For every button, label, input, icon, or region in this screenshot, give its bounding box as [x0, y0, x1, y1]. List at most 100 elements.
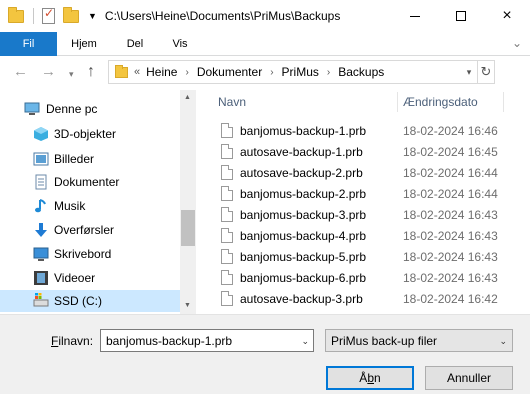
- cancel-button[interactable]: Annuller: [425, 366, 513, 390]
- tab-home[interactable]: Hjem: [60, 32, 108, 55]
- file-row[interactable]: banjomus-backup-4.prb 18-02-2024 16:43: [216, 225, 530, 246]
- file-icon: [221, 249, 233, 264]
- filename-combobox[interactable]: banjomus-backup-1.prb ⌄: [100, 329, 314, 352]
- column-divider[interactable]: [397, 92, 398, 112]
- forward-arrow-icon[interactable]: →: [41, 64, 56, 80]
- file-name: banjomus-backup-3.prb: [240, 207, 367, 222]
- close-button[interactable]: ×: [484, 0, 530, 32]
- up-arrow-icon[interactable]: ↑: [87, 64, 95, 80]
- column-divider[interactable]: [503, 92, 504, 112]
- properties-icon[interactable]: [42, 6, 55, 24]
- file-row[interactable]: banjomus-backup-3.prb 18-02-2024 16:43: [216, 204, 530, 225]
- file-icon: [221, 123, 233, 138]
- filetype-select[interactable]: PriMus back-up filer ⌄: [325, 329, 513, 352]
- file-name: banjomus-backup-5.prb: [240, 249, 367, 264]
- breadcrumb-separator-icon[interactable]: ›: [327, 67, 330, 78]
- nav-item-label: Denne pc: [46, 102, 98, 116]
- file-name: banjomus-backup-4.prb: [240, 228, 367, 243]
- nav-item-videos[interactable]: Videoer: [0, 267, 181, 289]
- address-history-chevron-icon[interactable]: ▾: [461, 61, 477, 83]
- new-folder-icon[interactable]: [63, 6, 79, 23]
- open-label-post: n: [374, 371, 381, 385]
- nav-item-3d-objects[interactable]: 3D-objekter: [0, 123, 181, 145]
- file-icon: [221, 207, 233, 222]
- file-date: 18-02-2024 16:43: [403, 270, 498, 285]
- address-bar[interactable]: « Heine › Dokumenter › PriMus › Backups …: [108, 60, 495, 84]
- nav-item-downloads[interactable]: Overførsler: [0, 219, 181, 241]
- file-date: 18-02-2024 16:45: [403, 144, 498, 159]
- nav-item-label: Dokumenter: [54, 175, 120, 189]
- chevron-down-icon[interactable]: ⌄: [301, 336, 309, 347]
- quick-access-toolbar: ▼: [0, 0, 105, 32]
- open-label-pre: Å: [359, 371, 368, 385]
- nav-item-desktop[interactable]: Skrivebord: [0, 243, 181, 265]
- tab-share[interactable]: Del: [115, 32, 155, 55]
- maximize-button[interactable]: [438, 0, 484, 32]
- pictures-icon: [33, 152, 49, 166]
- refresh-icon[interactable]: ↻: [477, 61, 494, 83]
- nav-item-ssd-c[interactable]: SSD (C:): [0, 290, 181, 312]
- file-name: autosave-backup-3.prb: [240, 291, 363, 306]
- chevron-down-icon[interactable]: ⌄: [499, 336, 507, 347]
- file-name: autosave-backup-2.prb: [240, 165, 363, 180]
- breadcrumb-segment[interactable]: PriMus: [282, 65, 319, 79]
- navigation-scrollbar[interactable]: ▲ ▼: [180, 90, 196, 314]
- desktop-icon: [33, 247, 49, 261]
- music-note-icon: [35, 199, 46, 213]
- breadcrumb-separator-icon[interactable]: ›: [270, 67, 273, 78]
- customize-toolbar-chevron-icon[interactable]: ▼: [88, 11, 97, 21]
- nav-item-music[interactable]: Musik: [0, 195, 181, 217]
- file-row[interactable]: banjomus-backup-6.prb 18-02-2024 16:43: [216, 267, 530, 288]
- file-date: 18-02-2024 16:43: [403, 207, 498, 222]
- minimize-button[interactable]: [392, 0, 438, 32]
- filename-input[interactable]: banjomus-backup-1.prb: [106, 334, 232, 348]
- file-row[interactable]: autosave-backup-1.prb 18-02-2024 16:45: [216, 141, 530, 162]
- file-row[interactable]: banjomus-backup-1.prb 18-02-2024 16:46: [216, 120, 530, 141]
- nav-item-label: Billeder: [54, 152, 95, 166]
- file-icon: [221, 228, 233, 243]
- back-arrow-icon[interactable]: ←: [13, 64, 28, 80]
- folder-icon: [8, 6, 24, 23]
- nav-item-documents[interactable]: Dokumenter: [0, 171, 181, 193]
- nav-item-pictures[interactable]: Billeder: [0, 148, 181, 170]
- navigation-bar: ← → ▾ ↑ « Heine › Dokumenter › PriMus › …: [0, 56, 530, 90]
- open-button[interactable]: Åbn: [326, 366, 414, 390]
- filename-label-text: ilnavn:: [58, 334, 94, 348]
- tab-view[interactable]: Vis: [160, 32, 200, 55]
- title-bar: ▼ C:\Users\Heine\Documents\PriMus\Backup…: [0, 0, 530, 32]
- ribbon: Fil Hjem Del Vis ⌄: [0, 32, 530, 56]
- file-date: 18-02-2024 16:43: [403, 249, 498, 264]
- nav-item-this-pc[interactable]: Denne pc: [0, 98, 181, 120]
- file-row[interactable]: autosave-backup-3.prb 18-02-2024 16:42: [216, 288, 530, 309]
- drive-icon: [33, 293, 49, 307]
- nav-item-label: Overførsler: [54, 223, 114, 237]
- breadcrumb-separator-icon[interactable]: ›: [185, 67, 188, 78]
- nav-item-label: Musik: [54, 199, 86, 213]
- dialog-footer: Filnavn: banjomus-backup-1.prb ⌄ PriMus …: [0, 314, 530, 394]
- breadcrumb-segment[interactable]: Heine: [146, 65, 177, 79]
- file-row[interactable]: autosave-backup-2.prb 18-02-2024 16:44: [216, 162, 530, 183]
- overflow-chevron-icon[interactable]: «: [134, 66, 140, 78]
- file-row[interactable]: banjomus-backup-2.prb 18-02-2024 16:44: [216, 183, 530, 204]
- file-name: banjomus-backup-2.prb: [240, 186, 367, 201]
- file-icon: [221, 270, 233, 285]
- sort-indicator-icon: ⌃: [281, 90, 288, 95]
- breadcrumb-segment[interactable]: Backups: [338, 65, 384, 79]
- nav-item-label: Videoer: [54, 271, 96, 285]
- window-title: C:\Users\Heine\Documents\PriMus\Backups: [104, 9, 341, 23]
- scroll-up-icon[interactable]: ▲: [184, 94, 191, 101]
- column-header-name[interactable]: Navn: [218, 90, 246, 114]
- breadcrumb-segment[interactable]: Dokumenter: [197, 65, 262, 79]
- scroll-down-icon[interactable]: ▼: [184, 302, 191, 309]
- expand-ribbon-chevron-icon[interactable]: ⌄: [512, 36, 522, 50]
- film-icon: [34, 271, 48, 285]
- tab-file[interactable]: Fil: [0, 32, 57, 56]
- scrollbar-thumb[interactable]: [181, 210, 195, 246]
- file-row[interactable]: banjomus-backup-5.prb 18-02-2024 16:43: [216, 246, 530, 267]
- computer-icon: [24, 102, 40, 115]
- file-list: ⌃ Navn Ændringsdato banjomus-backup-1.pr…: [196, 90, 530, 314]
- file-date: 18-02-2024 16:42: [403, 291, 498, 306]
- column-header-date[interactable]: Ændringsdato: [403, 90, 478, 114]
- recent-locations-chevron-icon[interactable]: ▾: [69, 66, 74, 82]
- document-icon: [35, 174, 47, 190]
